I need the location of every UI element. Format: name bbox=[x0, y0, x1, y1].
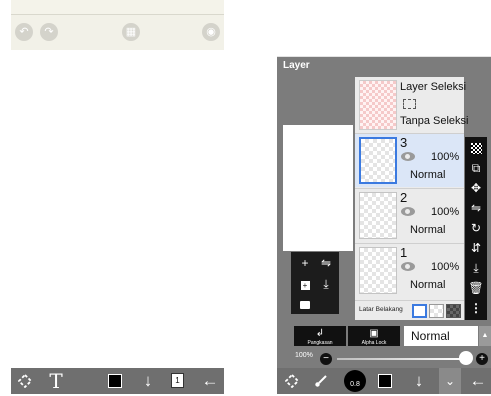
eye-icon[interactable] bbox=[401, 207, 415, 216]
brush-size-value: 0.8 bbox=[350, 381, 360, 388]
selection-layer-row[interactable]: Layer Seleksi Tanpa Seleksi bbox=[355, 77, 469, 133]
color-swatch[interactable] bbox=[108, 374, 122, 388]
blend-mode-value: Normal bbox=[411, 329, 450, 343]
clipping-icon: ↲ bbox=[315, 328, 325, 339]
chevron-up-icon[interactable]: ▲ bbox=[479, 326, 491, 346]
selection-layer-title: Layer Seleksi bbox=[400, 81, 467, 93]
clipping-button[interactable]: ↲ Pangkasan bbox=[294, 326, 346, 346]
layer-blend-mode: Normal bbox=[410, 224, 446, 236]
layer-number: 3 bbox=[400, 135, 408, 150]
layer-thumbnail bbox=[359, 247, 397, 294]
layer-thumbnail bbox=[359, 192, 397, 239]
checker-icon[interactable] bbox=[465, 139, 487, 157]
layer-row-3[interactable]: 3 100% Normal bbox=[355, 133, 464, 187]
layer-tools: + ⇋ + ⤓ bbox=[291, 252, 339, 314]
background-white-swatch[interactable] bbox=[412, 304, 427, 318]
layer-panel: Layer + ⇋ + ⤓ Layer Seleksi Tanpa Seleks… bbox=[277, 57, 491, 368]
panel-title: Layer bbox=[283, 60, 310, 71]
background-dark-swatch[interactable] bbox=[446, 304, 461, 318]
flip-vertical-icon[interactable]: ⇵ bbox=[465, 239, 487, 257]
layer-row-1[interactable]: 1 100% Normal bbox=[355, 243, 464, 297]
undo-icon[interactable]: ↶ bbox=[15, 23, 33, 41]
layer-count-icon[interactable]: 1 bbox=[171, 373, 184, 388]
drawing-canvas[interactable] bbox=[11, 50, 224, 368]
lock-icon: ▣ bbox=[369, 328, 379, 339]
layer-opacity: 100% bbox=[431, 261, 460, 273]
color-swatch[interactable] bbox=[378, 374, 392, 388]
camera-icon[interactable]: ◉ bbox=[202, 23, 220, 41]
add-copy-icon[interactable]: + bbox=[296, 276, 314, 292]
bottom-toolbar: T ↓ 1 ← bbox=[11, 368, 224, 394]
back-arrow-icon[interactable]: ← bbox=[467, 368, 489, 394]
flip-horizontal-icon[interactable]: ⇋ bbox=[465, 199, 487, 217]
layer-opacity: 100% bbox=[431, 151, 460, 163]
status-strip bbox=[11, 0, 224, 14]
back-arrow-icon[interactable]: ← bbox=[199, 368, 221, 394]
layer-opacity: 100% bbox=[431, 206, 460, 218]
canvas-top-area bbox=[277, 0, 491, 57]
layer-list: Layer Seleksi Tanpa Seleksi 3 100% Norma… bbox=[355, 77, 469, 320]
brush-icon[interactable] bbox=[310, 368, 332, 394]
transform-icon[interactable] bbox=[281, 368, 303, 394]
alpha-lock-label: Alpha Lock bbox=[361, 340, 387, 346]
brush-size-button[interactable]: 0.8 bbox=[344, 370, 366, 392]
zoom-in-icon[interactable]: + bbox=[476, 353, 488, 365]
rotate-icon[interactable]: ↻ bbox=[465, 219, 487, 237]
merge-icon[interactable]: ⤓ bbox=[317, 276, 335, 292]
transform-icon[interactable] bbox=[14, 368, 36, 394]
background-transparent-swatch[interactable] bbox=[429, 304, 444, 318]
background-row: Latar Belakang bbox=[355, 300, 464, 320]
more-icon[interactable]: ⋮ bbox=[465, 299, 487, 317]
layer-row-2[interactable]: 2 100% Normal bbox=[355, 188, 464, 242]
left-screen: ↶ ↷ ▦ ◉ T ↓ 1 ← bbox=[11, 0, 224, 394]
layer-number: 2 bbox=[400, 190, 408, 205]
grid-icon[interactable]: ▦ bbox=[122, 23, 140, 41]
eye-icon[interactable] bbox=[401, 152, 415, 161]
copy-layer-icon[interactable]: ⧉ bbox=[465, 159, 487, 177]
layer-blend-mode: Normal bbox=[410, 169, 446, 181]
camera-icon[interactable] bbox=[296, 297, 314, 313]
opacity-slider[interactable] bbox=[337, 358, 467, 360]
right-screen: Layer + ⇋ + ⤓ Layer Seleksi Tanpa Seleks… bbox=[277, 0, 491, 394]
selection-layer-subtitle: Tanpa Seleksi bbox=[400, 115, 469, 127]
slider-knob[interactable] bbox=[459, 351, 473, 365]
layer-thumbnail bbox=[359, 137, 397, 184]
zoom-out-icon[interactable]: − bbox=[320, 353, 332, 365]
eye-icon[interactable] bbox=[401, 262, 415, 271]
layer-number: 1 bbox=[400, 245, 408, 260]
layer-blend-mode: Normal bbox=[410, 279, 446, 291]
side-toolbar: ⧉ ✥ ⇋ ↻ ⇵ ⤓ 🗑 ⋮ bbox=[465, 137, 487, 320]
blend-mode-dropdown[interactable]: Normal bbox=[404, 326, 478, 346]
add-layer-icon[interactable]: + bbox=[296, 255, 314, 271]
canvas-preview bbox=[283, 125, 353, 251]
move-icon[interactable]: ✥ bbox=[465, 179, 487, 197]
top-toolbar: ↶ ↷ ▦ ◉ bbox=[11, 14, 224, 50]
collapse-icon[interactable]: ⌄ bbox=[439, 368, 461, 394]
down-arrow-icon[interactable]: ↓ bbox=[137, 368, 159, 394]
bottom-toolbar: 0.8 ↓ ⌄ ← bbox=[277, 368, 491, 394]
zoom-label: 100% bbox=[295, 352, 313, 359]
merge-down-icon[interactable]: ⤓ bbox=[465, 259, 487, 277]
down-arrow-icon[interactable]: ↓ bbox=[408, 368, 430, 394]
selection-icon bbox=[403, 99, 416, 109]
layer-controls: ↲ Pangkasan ▣ Alpha Lock Normal ▲ 100% −… bbox=[277, 321, 491, 367]
delete-icon[interactable]: 🗑 bbox=[465, 279, 487, 297]
alpha-lock-button[interactable]: ▣ Alpha Lock bbox=[348, 326, 400, 346]
text-tool-icon[interactable]: T bbox=[45, 368, 67, 394]
background-label: Latar Belakang bbox=[359, 306, 403, 313]
flip-layer-icon[interactable]: ⇋ bbox=[317, 255, 335, 271]
selection-thumbnail bbox=[359, 80, 397, 130]
redo-icon[interactable]: ↷ bbox=[40, 23, 58, 41]
clipping-label: Pangkasan bbox=[307, 340, 333, 346]
